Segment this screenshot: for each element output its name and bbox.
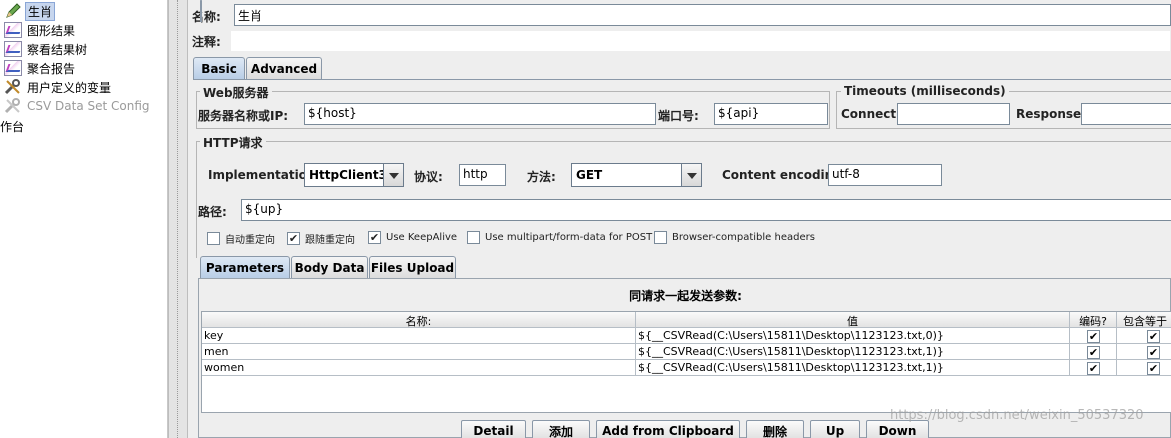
protocol-label: 协议: [414,170,443,184]
follow-redirect-checkbox[interactable]: ✔ 跟随重定向 [287,231,355,246]
http-request-title: HTTP请求 [200,134,266,151]
name-field[interactable]: 生肖 [234,4,1171,26]
column-header-encode[interactable]: 编码? [1070,312,1117,328]
browser-headers-checkbox[interactable]: Browser-compatible headers [654,231,815,244]
method-select[interactable]: GET [571,163,702,187]
table-row-value[interactable]: ${__CSVRead(C:\Users\15811\Desktop\11231… [636,344,1070,360]
tree-item-workbench[interactable]: 作台 [0,117,24,135]
delete-button[interactable]: 删除 [746,420,804,438]
path-label: 路径: [198,205,227,219]
encode-checkbox[interactable]: ✔ [1087,346,1100,359]
chart-icon [4,60,22,76]
timeouts-title: Timeouts (milliseconds) [841,84,1009,98]
checkbox-box[interactable] [654,231,667,244]
checkbox-label: Browser-compatible headers [672,232,815,243]
response-label: Response: [1016,107,1086,121]
tab-files-upload[interactable]: Files Upload [369,256,456,278]
parameters-table[interactable]: 名称: 值 编码? 包含等于 key ${__CSVRead(C:\Users\… [201,311,1171,413]
connect-label: Connect: [841,107,901,121]
tab-divider [193,79,1171,80]
path-input[interactable]: ${up} [241,199,1171,221]
method-value: GET [576,168,603,182]
table-row-value[interactable]: ${__CSVRead(C:\Users\15811\Desktop\11231… [636,360,1070,376]
pencil-icon [4,3,22,19]
web-server-title: Web服务器 [200,84,272,101]
method-label: 方法: [527,170,556,184]
keepalive-checkbox[interactable]: ✔ Use KeepAlive [368,231,457,244]
tab-body-data[interactable]: Body Data [291,256,368,278]
checkbox-box[interactable] [207,232,220,245]
name-label: 名称: [192,10,221,24]
pane-splitter[interactable] [168,0,188,438]
tree-item-aggregate-report[interactable]: 聚合报告 [4,59,77,77]
test-plan-tree[interactable]: 生肖 图形结果 察看结果树 聚合报告 用户定义的变量 CSV Data Set … [0,0,168,438]
tab-parameters[interactable]: Parameters [200,256,290,278]
tree-item-label: 用户定义的变量 [27,80,112,95]
encode-checkbox[interactable]: ✔ [1087,362,1100,375]
comment-field[interactable] [230,30,1171,52]
tab-advanced[interactable]: Advanced [246,57,322,79]
tree-item-label: 察看结果树 [27,42,88,57]
checkbox-label: Use multipart/form-data for POST [485,232,653,243]
include-equals-checkbox[interactable]: ✔ [1147,330,1160,343]
chevron-down-icon[interactable] [383,164,403,186]
checkbox-label: Use KeepAlive [386,232,458,243]
tree-item-label: 图形结果 [27,23,76,38]
table-row-name[interactable]: key [202,328,636,344]
checkbox-label: 跟随重定向 [305,235,355,246]
checkbox-box[interactable] [467,231,480,244]
tree-item-label: CSV Data Set Config [27,99,150,113]
add-button[interactable]: 添加 [532,420,590,438]
implementation-select[interactable]: HttpClient3.1 [304,163,404,187]
auto-redirect-checkbox[interactable]: 自动重定向 [207,231,275,246]
tree-item-view-results-tree[interactable]: 察看结果树 [4,40,89,58]
wrench-icon [4,98,22,114]
column-header-include-equals[interactable]: 包含等于 [1117,312,1171,328]
comment-label: 注释: [192,35,221,49]
detail-button[interactable]: Detail [461,420,526,438]
up-button[interactable]: Up [810,420,860,438]
server-label: 服务器名称或IP: [198,109,289,123]
protocol-input[interactable]: http [459,164,506,186]
watermark: https://blog.csdn.net/weixin_50537320 [890,408,1144,423]
encoding-input[interactable]: utf-8 [828,164,942,186]
include-equals-checkbox[interactable]: ✔ [1147,362,1160,375]
tree-item-sampler[interactable]: 生肖 [4,1,56,21]
tab-basic[interactable]: Basic [193,57,245,79]
server-input[interactable]: ${host} [304,103,656,125]
connect-input[interactable] [897,103,1010,125]
encode-checkbox[interactable]: ✔ [1087,330,1100,343]
table-row-include-cell [1117,344,1171,360]
port-input[interactable]: ${api} [714,103,828,125]
wrench-icon [4,79,22,95]
tree-item-label: 作台 [0,119,25,134]
tree-item-user-variables[interactable]: 用户定义的变量 [4,78,113,96]
table-row-name[interactable]: men [202,344,636,360]
multipart-checkbox[interactable]: Use multipart/form-data for POST [467,231,652,244]
chart-icon [4,22,22,38]
checkbox-label: 自动重定向 [225,235,275,246]
column-header-value[interactable]: 值 [636,312,1070,328]
column-header-name[interactable]: 名称: [202,312,636,328]
table-row-include-cell [1117,360,1171,376]
port-label: 端口号: [658,109,699,123]
tree-item-graph-results[interactable]: 图形结果 [4,21,77,39]
tree-item-label: 生肖 [25,1,56,21]
table-row-include-cell [1117,328,1171,344]
add-from-clipboard-button[interactable]: Add from Clipboard [596,420,740,438]
table-row-value[interactable]: ${__CSVRead(C:\Users\15811\Desktop\11231… [636,328,1070,344]
chevron-down-icon[interactable] [681,164,701,186]
checkbox-box[interactable]: ✔ [287,232,300,245]
tab-parameters-placeholder [200,0,202,22]
response-input[interactable] [1081,103,1171,125]
parameters-title: 同请求一起发送参数: [629,289,742,303]
include-equals-checkbox[interactable]: ✔ [1147,346,1160,359]
implementation-value: HttpClient3.1 [309,168,383,182]
table-row-name[interactable]: women [202,360,636,376]
http-sampler-panel: 名称: 生肖 注释: Basic Advanced Web服务器 服务器名称或I… [188,0,1171,438]
tree-item-csv-config[interactable]: CSV Data Set Config [4,97,152,115]
tree-item-label: 聚合报告 [27,61,76,76]
checkbox-box[interactable]: ✔ [368,231,381,244]
chart-icon [4,41,22,57]
